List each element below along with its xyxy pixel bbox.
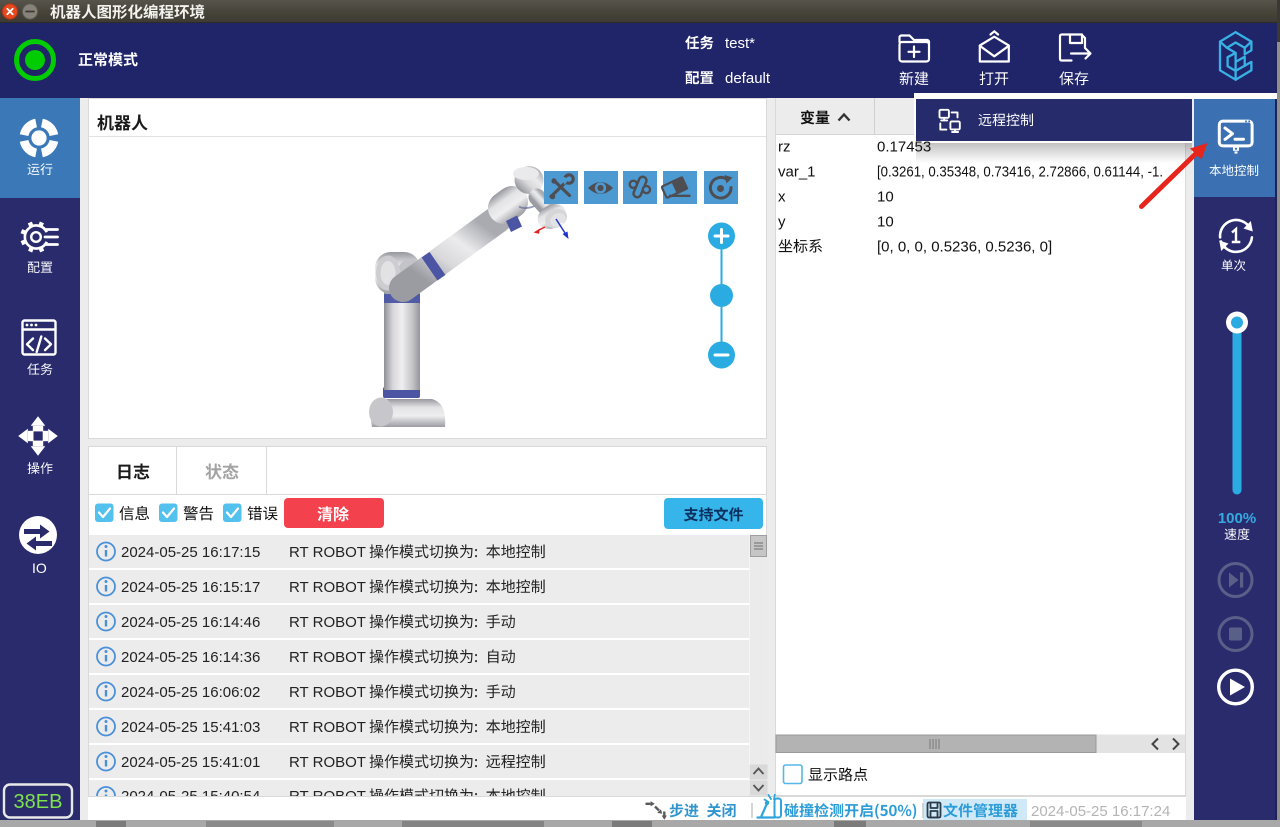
svg-text:10: 10 [877,214,894,231]
svg-text:100%: 100% [1218,510,1256,527]
svg-text:10: 10 [877,189,894,206]
svg-text:2024-05-25 16:06:02: 2024-05-25 16:06:02 [121,684,260,701]
svg-text:2024-05-25 16:17:24: 2024-05-25 16:17:24 [1031,803,1170,820]
svg-text:[0.3261, 0.35348, 0.73416, 2.7: [0.3261, 0.35348, 0.73416, 2.72866, 0.61… [877,164,1163,181]
svg-text:x: x [778,189,786,206]
svg-text:RT ROBOT: RT ROBOT [289,614,366,631]
svg-text:RT ROBOT: RT ROBOT [289,684,366,701]
svg-text:2024-05-25 15:40:54: 2024-05-25 15:40:54 [121,788,260,805]
svg-text:RT ROBOT: RT ROBOT [289,579,366,596]
svg-text:default: default [725,70,771,87]
svg-text:rz: rz [778,139,791,156]
svg-text:2024-05-25 16:15:17: 2024-05-25 16:15:17 [121,579,260,596]
svg-text:2024-05-25 15:41:01: 2024-05-25 15:41:01 [121,754,260,771]
svg-text:RT ROBOT: RT ROBOT [289,754,366,771]
svg-text:2024-05-25 16:17:15: 2024-05-25 16:17:15 [121,544,260,561]
svg-text:var_1: var_1 [778,164,816,181]
svg-text:[0, 0, 0, 0.5236, 0.5236, 0]: [0, 0, 0, 0.5236, 0.5236, 0] [877,239,1052,256]
svg-text:0.17453: 0.17453 [877,139,931,156]
svg-text:RT ROBOT: RT ROBOT [289,788,366,805]
svg-text:test*: test* [725,35,755,52]
svg-text:RT ROBOT: RT ROBOT [289,544,366,561]
svg-text:RT ROBOT: RT ROBOT [289,649,366,666]
svg-text:IO: IO [32,560,47,576]
svg-text:38EB: 38EB [14,791,63,813]
svg-text:2024-05-25 16:14:36: 2024-05-25 16:14:36 [121,649,260,666]
svg-text:RT ROBOT: RT ROBOT [289,719,366,736]
svg-text:2024-05-25 15:41:03: 2024-05-25 15:41:03 [121,719,260,736]
svg-text:y: y [778,214,786,231]
svg-text:2024-05-25 16:14:46: 2024-05-25 16:14:46 [121,614,260,631]
